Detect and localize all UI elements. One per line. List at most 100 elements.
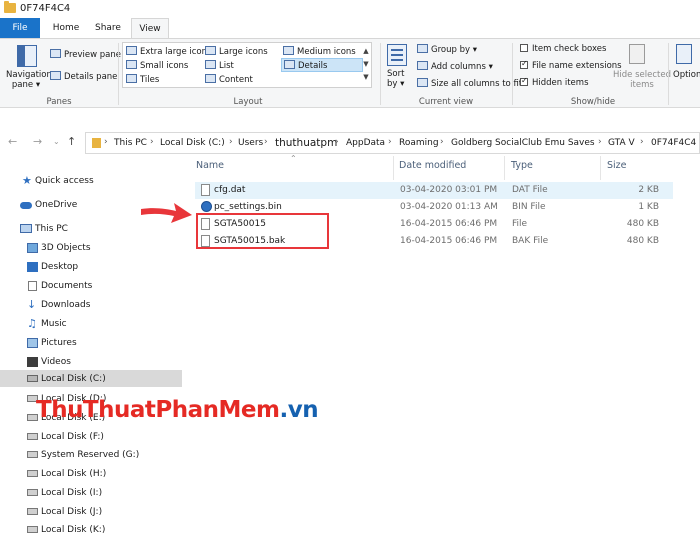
- layout-gallery-scroll[interactable]: ▲ ▼ ▼: [362, 45, 370, 85]
- layout-large-icons[interactable]: Large icons: [205, 46, 268, 57]
- drive-icon: [27, 375, 38, 382]
- tab-home[interactable]: Home: [46, 18, 86, 38]
- content-icon: [205, 74, 216, 83]
- file-icon: [201, 184, 210, 196]
- options-button[interactable]: Options: [673, 70, 700, 80]
- breadcrumb-current-folder[interactable]: 0F74F4C4: [651, 138, 696, 148]
- add-columns-label: Add columns ▾: [431, 62, 493, 72]
- back-arrow-icon[interactable]: ←: [8, 135, 17, 148]
- navigation-pane-button[interactable]: Navigation pane ▾: [6, 70, 52, 90]
- tab-file[interactable]: File: [0, 18, 40, 38]
- column-header-type[interactable]: Type: [511, 160, 533, 171]
- column-divider[interactable]: [504, 156, 505, 180]
- file-size: 480 KB: [626, 236, 659, 246]
- desktop-icon: [27, 262, 38, 272]
- group-by-button[interactable]: Group by ▾: [417, 44, 477, 55]
- panes-group-label: Panes: [46, 97, 72, 107]
- file-name-extensions-toggle[interactable]: File name extensions: [520, 59, 622, 71]
- layout-gallery: Extra large icons Large icons Medium ico…: [122, 42, 372, 88]
- layout-group-label: Layout: [233, 97, 263, 107]
- nav-item-local-disk-k[interactable]: Local Disk (K:): [0, 521, 182, 533]
- nav-item-label: OneDrive: [35, 200, 78, 210]
- layout-list[interactable]: List: [205, 60, 234, 71]
- breadcrumb-gta-v[interactable]: GTA V: [608, 138, 635, 148]
- column-header-name[interactable]: Name: [196, 160, 224, 171]
- nav-item-label: Quick access: [35, 176, 94, 186]
- file-list: ⌃ Name Date modified Type Size cfg.dat 0…: [188, 154, 700, 533]
- sort-by-button[interactable]: Sort by ▾: [387, 69, 404, 89]
- column-header-date-modified[interactable]: Date modified: [399, 160, 466, 171]
- add-columns-button[interactable]: Add columns ▾: [417, 61, 493, 72]
- preview-pane-button[interactable]: Preview pane: [50, 49, 121, 60]
- layout-item-label: Large icons: [219, 47, 268, 57]
- nav-item-pictures[interactable]: Pictures: [0, 334, 182, 352]
- layout-medium-icons[interactable]: Medium icons: [283, 46, 356, 57]
- chevron-right-icon: ›: [229, 137, 233, 147]
- size-all-columns-label: Size all columns to fit: [431, 79, 523, 89]
- folder-icon: [92, 138, 101, 148]
- layout-item-label: Content: [219, 75, 253, 85]
- checkbox-checked-icon: [520, 59, 528, 69]
- tab-share[interactable]: Share: [88, 18, 128, 38]
- breadcrumb-this-pc[interactable]: This PC: [114, 138, 147, 148]
- sort-by-icon: [387, 44, 407, 66]
- size-all-columns-button[interactable]: Size all columns to fit: [417, 78, 522, 89]
- file-size: 2 KB: [638, 185, 659, 195]
- layout-content[interactable]: Content: [205, 74, 253, 85]
- nav-item-local-disk-c[interactable]: Local Disk (C:): [0, 370, 182, 387]
- details-pane-button[interactable]: Details pane: [50, 71, 117, 82]
- column-divider[interactable]: [393, 156, 394, 180]
- panes-group: Navigation pane ▾ Preview pane Details p…: [0, 39, 121, 109]
- nav-item-local-disk-j[interactable]: Local Disk (J:): [0, 503, 182, 521]
- forward-arrow-icon[interactable]: →: [33, 135, 42, 148]
- nav-item-desktop[interactable]: Desktop: [0, 258, 182, 276]
- up-arrow-icon[interactable]: ↑: [67, 135, 76, 148]
- file-type: File: [512, 219, 528, 229]
- nav-item-documents[interactable]: Documents: [0, 277, 182, 295]
- nav-item-quick-access[interactable]: ★ Quick access: [0, 172, 182, 190]
- hide-selected-icon: [629, 44, 645, 64]
- size-columns-icon: [417, 78, 428, 87]
- hide-selected-items-button[interactable]: Hide selected items: [613, 70, 671, 90]
- breadcrumb-local-disk-c[interactable]: Local Disk (C:): [160, 138, 225, 148]
- nav-item-music[interactable]: ♫ Music: [0, 315, 182, 333]
- folder-icon: [4, 1, 16, 13]
- column-divider[interactable]: [600, 156, 601, 180]
- details-pane-icon: [50, 71, 61, 80]
- nav-item-local-disk-i[interactable]: Local Disk (I:): [0, 484, 182, 502]
- nav-item-downloads[interactable]: ↓ Downloads: [0, 296, 182, 314]
- file-row[interactable]: cfg.dat 03-04-2020 03:01 PM DAT File 2 K…: [195, 182, 673, 199]
- tab-view[interactable]: View: [131, 18, 169, 39]
- file-date: 16-04-2015 06:46 PM: [400, 219, 498, 229]
- ribbon: Navigation pane ▾ Preview pane Details p…: [0, 38, 700, 108]
- layout-extra-large-icons[interactable]: Extra large icons: [126, 46, 211, 57]
- breadcrumb-appdata[interactable]: AppData: [346, 138, 385, 148]
- nav-item-videos[interactable]: Videos: [0, 353, 182, 371]
- file-type: BAK File: [512, 236, 549, 246]
- layout-small-icons[interactable]: Small icons: [126, 60, 188, 71]
- breadcrumb-user[interactable]: thuthuatpm: [275, 137, 337, 149]
- nav-item-local-disk-f[interactable]: Local Disk (F:): [0, 428, 182, 446]
- breadcrumb-roaming[interactable]: Roaming: [399, 138, 439, 148]
- nav-item-3d-objects[interactable]: 3D Objects: [0, 239, 182, 257]
- layout-item-label: List: [219, 61, 234, 71]
- nav-item-system-reserved-g[interactable]: System Reserved (G:): [0, 446, 182, 464]
- recent-locations-chevron-icon[interactable]: ⌄: [53, 137, 60, 146]
- drive-icon: [27, 489, 38, 496]
- layout-tiles[interactable]: Tiles: [126, 74, 159, 85]
- item-check-boxes-toggle[interactable]: Item check boxes: [520, 44, 606, 54]
- chevron-right-icon: ›: [264, 137, 268, 147]
- checkbox-icon: [520, 44, 528, 52]
- details-pane-label: Details pane: [64, 72, 118, 82]
- column-header-size[interactable]: Size: [607, 160, 627, 171]
- layout-item-label: Details: [298, 61, 328, 71]
- hidden-items-toggle[interactable]: Hidden items: [520, 76, 589, 88]
- file-size: 1 KB: [638, 202, 659, 212]
- sort-chevron-up-icon: ⌃: [290, 154, 297, 163]
- breadcrumb-goldberg[interactable]: Goldberg SocialClub Emu Saves: [451, 138, 595, 148]
- layout-details[interactable]: Details: [281, 58, 363, 72]
- chevron-right-icon: ›: [598, 137, 602, 147]
- nav-item-local-disk-h[interactable]: Local Disk (H:): [0, 465, 182, 483]
- breadcrumb-users[interactable]: Users: [238, 138, 263, 148]
- address-bar[interactable]: › This PC › Local Disk (C:) › Users › th…: [85, 132, 700, 154]
